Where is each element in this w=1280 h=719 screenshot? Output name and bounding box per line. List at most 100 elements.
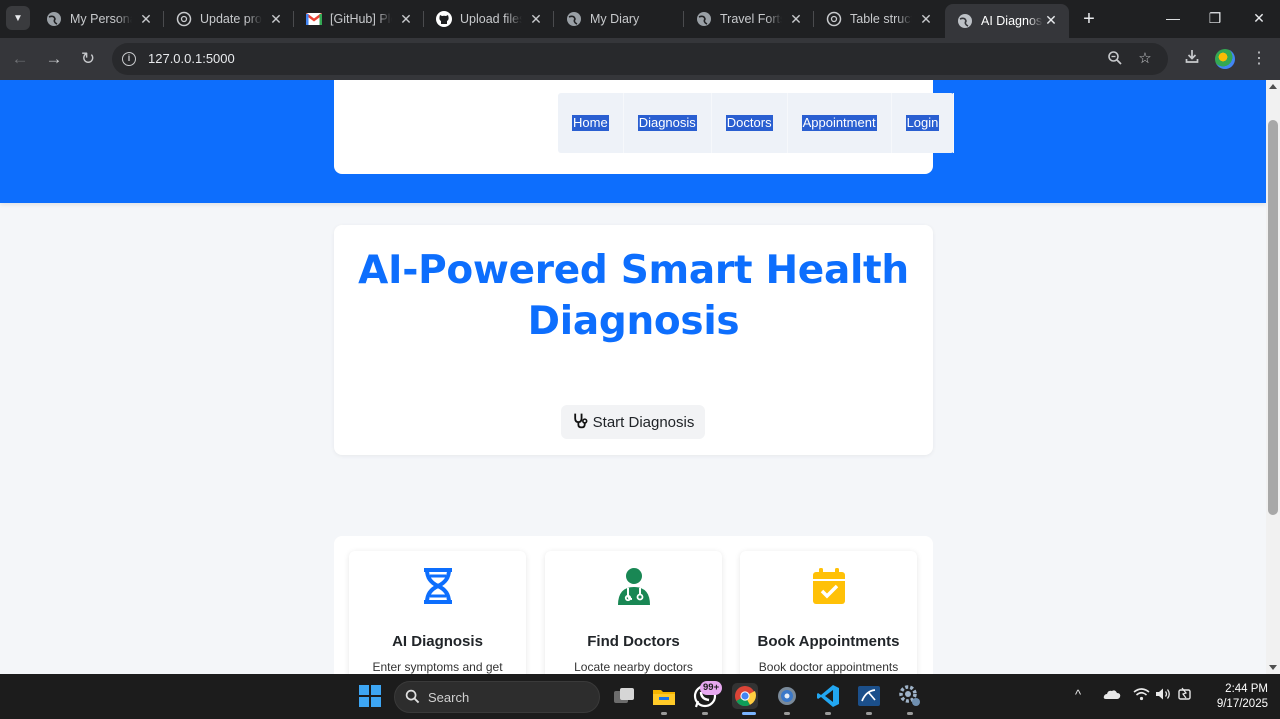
page-viewport: Home Diagnosis Doctors Appointment Login… bbox=[0, 80, 1266, 674]
nav-home[interactable]: Home bbox=[558, 93, 624, 153]
nav-diagnosis[interactable]: Diagnosis bbox=[624, 93, 712, 153]
mysql-workbench-icon[interactable] bbox=[856, 683, 882, 709]
feature-description: Locate nearby doctors and hospitals inst… bbox=[574, 660, 693, 674]
close-icon[interactable]: ✕ bbox=[918, 11, 934, 27]
tab-ai-diagnosis[interactable]: AI Diagnosis ✕ bbox=[945, 4, 1069, 38]
scrollbar-thumb[interactable] bbox=[1268, 120, 1278, 515]
nav-doctors[interactable]: Doctors bbox=[712, 93, 788, 153]
scroll-up-arrow-icon[interactable] bbox=[1269, 84, 1277, 89]
tab-table-structure[interactable]: Table structu ✕ bbox=[814, 0, 944, 38]
tab-title: Update proje bbox=[200, 12, 262, 26]
page-title: AI-Powered Smart Health Diagnosis bbox=[358, 248, 909, 344]
dna-icon bbox=[419, 567, 457, 605]
close-icon[interactable]: ✕ bbox=[1043, 12, 1059, 28]
globe-icon bbox=[957, 13, 973, 29]
running-indicator bbox=[825, 712, 831, 715]
forward-button[interactable]: → bbox=[43, 48, 65, 70]
close-icon[interactable]: ✕ bbox=[528, 11, 544, 27]
globe-icon bbox=[46, 11, 62, 27]
start-diagnosis-button[interactable]: Start Diagnosis bbox=[561, 405, 705, 439]
close-icon[interactable]: ✕ bbox=[138, 11, 154, 27]
windows-taskbar: Search 99+ ^ 2:44 PM 9/17/2025 bbox=[0, 674, 1280, 719]
nav-links: Home Diagnosis Doctors Appointment Login bbox=[558, 93, 955, 153]
restore-button[interactable]: ❐ bbox=[1205, 8, 1225, 28]
feature-card-find-doctors[interactable]: Find Doctors Locate nearby doctors and h… bbox=[545, 551, 722, 674]
nav-link-label[interactable]: Appointment bbox=[801, 115, 877, 131]
close-window-button[interactable]: ✕ bbox=[1249, 8, 1269, 28]
zoom-icon[interactable] bbox=[1106, 50, 1124, 68]
navbar: Home Diagnosis Doctors Appointment Login bbox=[334, 80, 955, 174]
feature-card-book-appointments[interactable]: Book Appointments Book doctor appointmen… bbox=[740, 551, 917, 674]
tab-title: [GitHub] Plea bbox=[330, 12, 392, 26]
feature-title: Find Doctors bbox=[587, 633, 680, 650]
site-info-icon[interactable]: i bbox=[122, 52, 136, 66]
menu-kebab-icon[interactable]: ⋮ bbox=[1248, 48, 1270, 70]
volume-icon[interactable] bbox=[1155, 687, 1172, 704]
feature-title: Book Appointments bbox=[757, 633, 900, 650]
page-scrollbar[interactable] bbox=[1266, 80, 1280, 674]
running-indicator bbox=[661, 712, 667, 715]
reload-button[interactable]: ↻ bbox=[77, 48, 99, 70]
tab-my-diary[interactable]: My Diary bbox=[554, 0, 684, 38]
wifi-icon[interactable] bbox=[1133, 687, 1150, 704]
tab-strip: ▼ My Personal ✕ Update proje ✕ [GitHub] … bbox=[0, 0, 1280, 38]
clock-date: 9/17/2025 bbox=[1216, 698, 1268, 710]
bookmark-star-icon[interactable]: ☆ bbox=[1136, 50, 1154, 68]
tab-title: My Diary bbox=[590, 12, 640, 26]
nav-appointment[interactable]: Appointment bbox=[788, 93, 892, 153]
profile-avatar[interactable] bbox=[1215, 49, 1235, 69]
feature-description: Book doctor appointments seamlessly and … bbox=[758, 660, 899, 674]
start-diagnosis-label[interactable]: Start Diagnosis bbox=[593, 414, 695, 431]
windows-start-icon[interactable] bbox=[359, 685, 381, 707]
gmail-icon bbox=[306, 11, 322, 27]
taskbar-search-placeholder[interactable]: Search bbox=[428, 690, 469, 705]
tab-upload-files[interactable]: Upload files ✕ bbox=[424, 0, 554, 38]
url-text[interactable]: 127.0.0.1:5000 bbox=[148, 51, 235, 66]
system-clock[interactable]: 2:44 PM 9/17/2025 bbox=[1204, 682, 1268, 712]
tab-github-mail[interactable]: [GitHub] Plea ✕ bbox=[294, 0, 424, 38]
settings-gear-icon[interactable] bbox=[774, 683, 800, 709]
vscode-icon[interactable] bbox=[815, 683, 841, 709]
tab-travel-forts[interactable]: Travel Forts ✕ bbox=[684, 0, 814, 38]
calendar-check-icon bbox=[810, 567, 848, 605]
onedrive-icon[interactable] bbox=[1103, 687, 1121, 704]
close-icon[interactable]: ✕ bbox=[398, 11, 414, 27]
tab-title: Travel Forts bbox=[720, 12, 782, 26]
nav-link-label[interactable]: Login bbox=[905, 115, 940, 131]
tab-update-project[interactable]: Update proje ✕ bbox=[164, 0, 294, 38]
doctor-icon bbox=[615, 567, 653, 605]
notification-badge: 99+ bbox=[700, 681, 723, 695]
globe-icon bbox=[696, 11, 712, 27]
address-bar[interactable]: i 127.0.0.1:5000 ☆ bbox=[112, 43, 1168, 75]
tab-my-personal[interactable]: My Personal ✕ bbox=[34, 0, 164, 38]
feature-title: AI Diagnosis bbox=[392, 633, 483, 650]
chrome-icon[interactable] bbox=[732, 683, 758, 709]
close-icon[interactable]: ✕ bbox=[788, 11, 804, 27]
stethoscope-icon bbox=[572, 412, 589, 433]
download-icon[interactable] bbox=[1181, 48, 1203, 70]
browser-toolbar: ← → ↻ i 127.0.0.1:5000 ☆ ⋮ bbox=[0, 38, 1280, 80]
minimize-button[interactable]: — bbox=[1163, 8, 1183, 28]
control-panel-icon[interactable] bbox=[897, 683, 923, 709]
close-icon[interactable]: ✕ bbox=[268, 11, 284, 27]
task-view-icon[interactable] bbox=[611, 683, 637, 709]
new-tab-button[interactable]: + bbox=[1079, 9, 1099, 29]
nav-login[interactable]: Login bbox=[892, 93, 955, 153]
taskbar-search-box[interactable]: Search bbox=[394, 681, 600, 713]
running-indicator bbox=[702, 712, 708, 715]
tab-title: AI Diagnosis bbox=[981, 14, 1043, 28]
battery-icon[interactable] bbox=[1178, 687, 1194, 704]
nav-link-label[interactable]: Home bbox=[572, 115, 609, 131]
tab-search-button[interactable]: ▼ bbox=[6, 6, 30, 30]
running-indicator bbox=[907, 712, 913, 715]
file-explorer-icon[interactable] bbox=[651, 683, 677, 709]
clock-time: 2:44 PM bbox=[1225, 683, 1268, 695]
nav-link-label[interactable]: Doctors bbox=[725, 115, 773, 131]
chevron-up-icon[interactable]: ^ bbox=[1075, 687, 1081, 702]
github-icon bbox=[436, 11, 452, 27]
active-indicator bbox=[742, 712, 756, 715]
scroll-down-arrow-icon[interactable] bbox=[1269, 665, 1277, 670]
feature-card-ai-diagnosis[interactable]: AI Diagnosis Enter symptoms and get AI-b… bbox=[349, 551, 526, 674]
nav-link-label[interactable]: Diagnosis bbox=[637, 115, 697, 131]
back-button[interactable]: ← bbox=[9, 48, 31, 70]
